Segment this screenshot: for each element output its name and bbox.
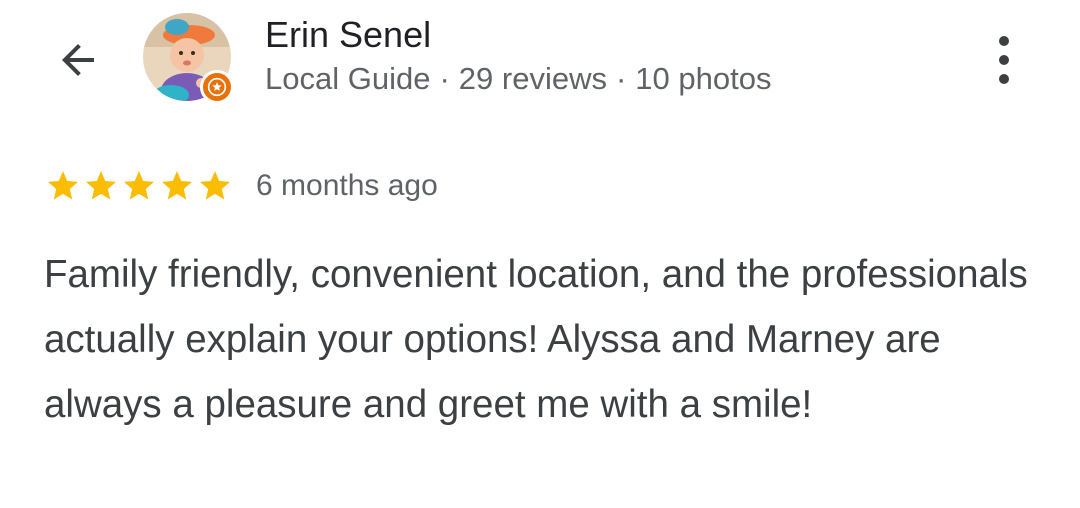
rating-row: 6 months ago <box>44 166 438 206</box>
photo-count: 10 photos <box>635 61 772 96</box>
arrow-back-icon <box>62 44 94 76</box>
back-button[interactable] <box>50 32 106 88</box>
star-icon <box>86 171 116 200</box>
star-icon <box>200 171 230 200</box>
more-vertical-icon <box>999 55 1009 65</box>
local-guide-label: Local Guide <box>265 61 431 96</box>
more-vertical-icon <box>999 74 1009 84</box>
reviewer-avatar[interactable] <box>143 13 234 104</box>
star-icon <box>124 171 154 200</box>
reviewer-name[interactable]: Erin Senel <box>265 14 431 56</box>
local-guide-badge <box>200 70 234 104</box>
review-text: Family friendly, convenient location, an… <box>44 253 1028 426</box>
reviewer-meta: Local Guide · 29 reviews · 10 photos <box>265 60 771 98</box>
review-timestamp: 6 months ago <box>256 169 438 202</box>
meta-separator: · <box>439 61 450 96</box>
more-vertical-icon <box>999 36 1009 46</box>
star-rating <box>44 168 234 204</box>
star-icon <box>48 171 78 200</box>
more-options-button[interactable] <box>980 30 1028 90</box>
meta-separator: · <box>615 61 627 96</box>
star-icon <box>162 171 192 200</box>
review-count: 29 reviews <box>458 61 607 96</box>
local-guide-star-icon <box>207 77 227 97</box>
